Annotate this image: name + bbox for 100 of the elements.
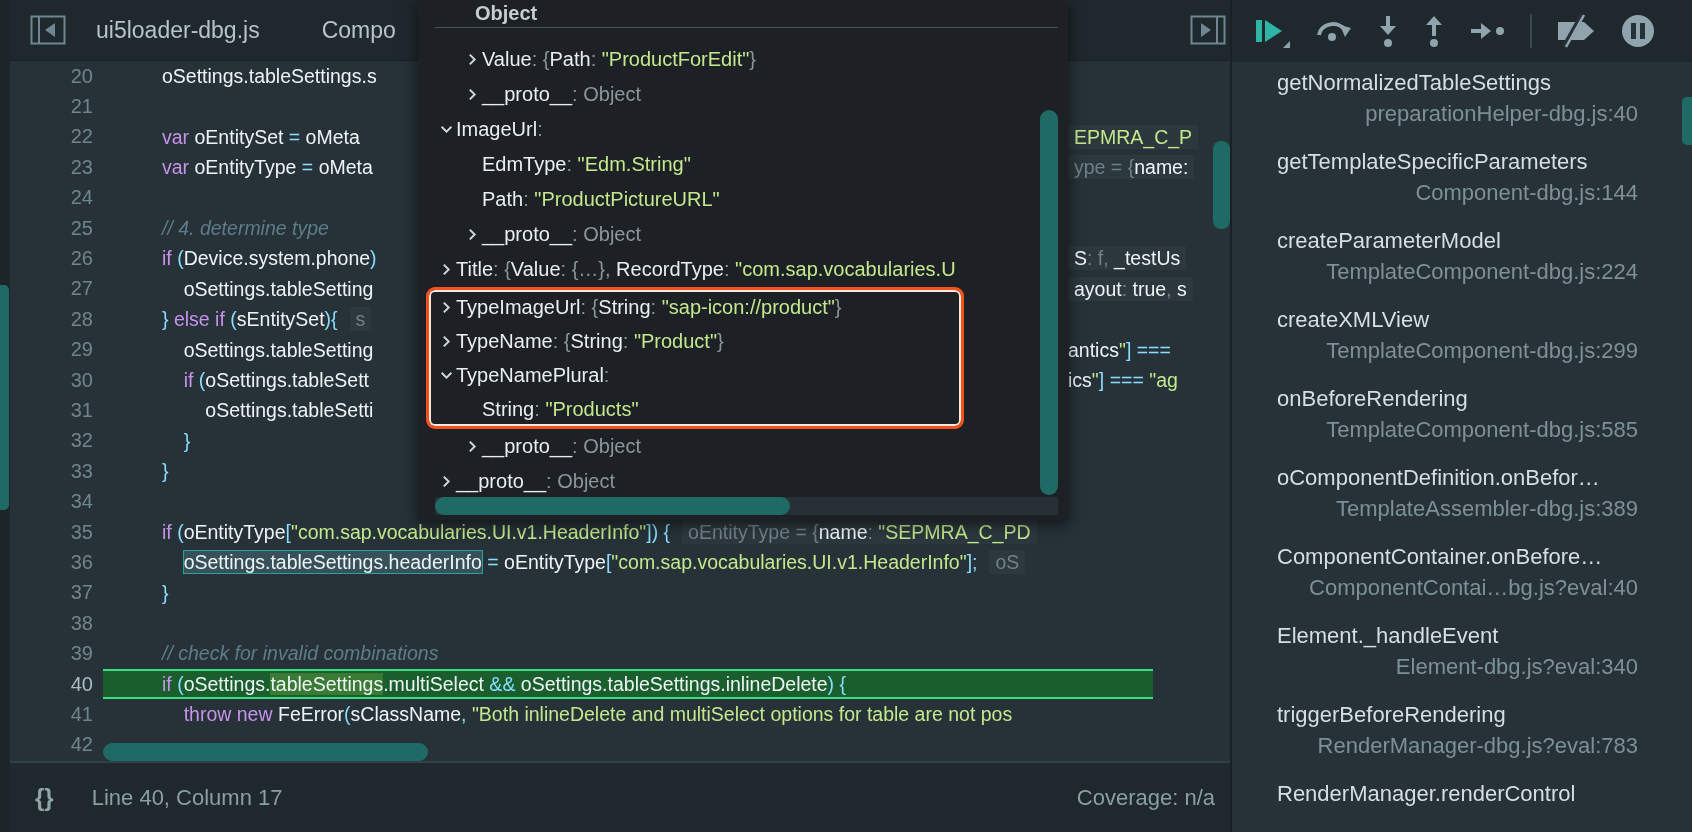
property-entry: Title: {Value: {…}, RecordType: "com.sap.vocabularies.U [456,258,956,281]
pretty-print-button[interactable]: {} [35,783,54,812]
chevron-right-icon[interactable] [466,53,479,66]
chevron-right-icon[interactable] [466,228,479,241]
inline-value-hint: s [349,307,372,332]
code-text: if (oEntityType["com.sap.vocabularies.UI.v1.HeaderInfo"]) { [162,520,671,543]
line-number: 38 [69,611,93,635]
inline-value-hint: ayout: true, s [1068,276,1193,301]
property-entry: EdmType: "Edm.String" [482,153,691,176]
property-entry: Value: {Path: "ProductForEdit"} [482,48,757,71]
line-number: 23 [69,155,93,179]
popover-title: Object [435,0,1058,28]
line-number: 39 [69,642,93,666]
property-entry: String: "Products" [482,397,639,421]
line-number: 20 [69,64,93,88]
panel-toggle-icon[interactable] [1190,15,1226,45]
function-name[interactable]: oComponentDefinition.onBefor… [1277,462,1600,494]
function-name[interactable]: ComponentContainer.onBefore… [1277,541,1603,573]
code-text: if (oSettings. [162,672,271,695]
source-location: TemplateAssembler-dbg.js:389 [1334,495,1638,523]
line-number: 36 [69,550,93,574]
scrollbar[interactable] [435,497,790,515]
source-location: Element-dbg.js?eval:340 [1394,653,1638,681]
function-name[interactable]: RenderManager.renderControl [1277,778,1576,810]
line-number: 40 [69,672,93,696]
function-name[interactable]: createXMLView [1277,304,1430,336]
function-name[interactable]: createParameterModel [1277,225,1501,257]
code-text: oSettings.tableSettings.s [162,65,377,87]
code-text: if (oSettings.tableSett [183,368,370,391]
inline-value-hint: oS [989,550,1026,575]
file-tab[interactable]: ui5loader-dbg.js [96,16,260,44]
line-number: 33 [69,459,93,483]
line-number: 24 [69,186,93,210]
inline-value-hint: S: f, _testUs [1068,246,1187,271]
source-location: TemplateComponent-dbg.js:585 [1325,416,1638,444]
function-name[interactable]: getNormalizedTableSettings [1277,67,1551,99]
code-text: ics"] === "ag [1068,368,1178,391]
scrollbar[interactable] [0,285,9,510]
property-entry: __proto__: Object [482,83,641,106]
line-number: 22 [69,125,93,149]
chevron-down-icon[interactable] [440,123,453,136]
code-text: .multiSelect && oSettings.tableSettings.inlineDelete) { [383,672,847,695]
code-text: oSettings.tableSetti [205,399,374,422]
chevron-right-icon[interactable] [440,300,453,314]
code-text: } [183,429,191,452]
code-text: oSettings.tableSetting [183,277,374,300]
line-number: 21 [69,95,93,119]
line-number: 28 [69,307,93,331]
pause-icon[interactable] [1620,13,1656,49]
chevron-right-icon[interactable] [440,475,453,488]
scrollbar[interactable] [103,743,428,761]
line-number: 35 [69,520,93,544]
function-name[interactable]: onBeforeRendering [1277,383,1468,415]
code-text: = oEntityType["com.sap.vocabularies.UI.v1.HeaderInfo"]; [487,551,978,574]
line-number: 27 [69,277,93,301]
source-location: Component-dbg.js:144 [1414,179,1638,207]
property-entry: __proto__: Object [456,470,615,493]
property-entry: TypeNamePlural: [456,363,610,387]
source-location: TemplateComponent-dbg.js:224 [1325,258,1638,286]
panel-toggle-icon[interactable] [30,15,66,45]
source-location: TemplateComponent-dbg.js:299 [1325,337,1638,365]
line-number: 29 [69,338,93,362]
chevron-right-icon[interactable] [440,334,453,348]
property-entry: ImageUrl: [456,118,543,141]
cursor-position: Line 40, Column 17 [91,784,283,811]
line-number: 26 [69,247,93,271]
code-text: oSettings.tableSetting [183,338,374,361]
chevron-right-icon[interactable] [466,88,479,101]
inline-value-hint: oEntityType = {name: "SEPMRA_C_PD [682,519,1037,544]
chevron-right-icon[interactable] [440,263,453,276]
line-number: 31 [69,399,93,422]
code-text: var oEntityType = oMeta [162,156,373,179]
source-location: ComponentContai…bg.js?eval:40 [1308,574,1638,602]
line-number: 34 [69,490,93,514]
code-text: } else if (sEntitySet){ [162,308,338,331]
code-text: if (Device.system.phone) [162,247,377,270]
function-name[interactable]: getTemplateSpecificParameters [1277,146,1588,178]
file-tab[interactable]: Compo [321,16,396,44]
source-location: preparationHelper-dbg.js:40 [1364,100,1638,128]
property-entry: __proto__: Object [482,435,641,458]
code-text: // 4. determine type [162,216,329,239]
line-number: 42 [69,733,93,757]
property-entry: __proto__: Object [482,223,641,246]
function-name[interactable]: triggerBeforeRendering [1277,699,1506,731]
chevron-right-icon[interactable] [466,440,479,453]
scrollbar[interactable] [1682,97,1692,145]
search-match: tableSettings [270,672,384,695]
scrollbar[interactable] [1040,110,1058,495]
function-name[interactable]: Element._handleEvent [1277,620,1499,652]
source-location: RenderManager-dbg.js?eval:783 [1316,732,1638,760]
property-entry: TypeImageUrl: {String: "sap-icon://product"} [456,295,842,319]
line-number: 25 [69,216,93,240]
code-text: throw new FeError(sClassName, "Both inlineDelete and multiSelect options for table are not pos [183,703,1013,726]
code-text: } [162,581,169,604]
selected-text: oSettings.tableSettings.headerInfo [183,551,482,574]
code-text: } [162,460,169,483]
line-number: 41 [69,702,93,726]
property-entry: Path: "ProductPictureURL" [482,188,720,211]
scrollbar[interactable] [1213,141,1230,229]
inline-value-hint: ype = {name: [1068,155,1195,180]
